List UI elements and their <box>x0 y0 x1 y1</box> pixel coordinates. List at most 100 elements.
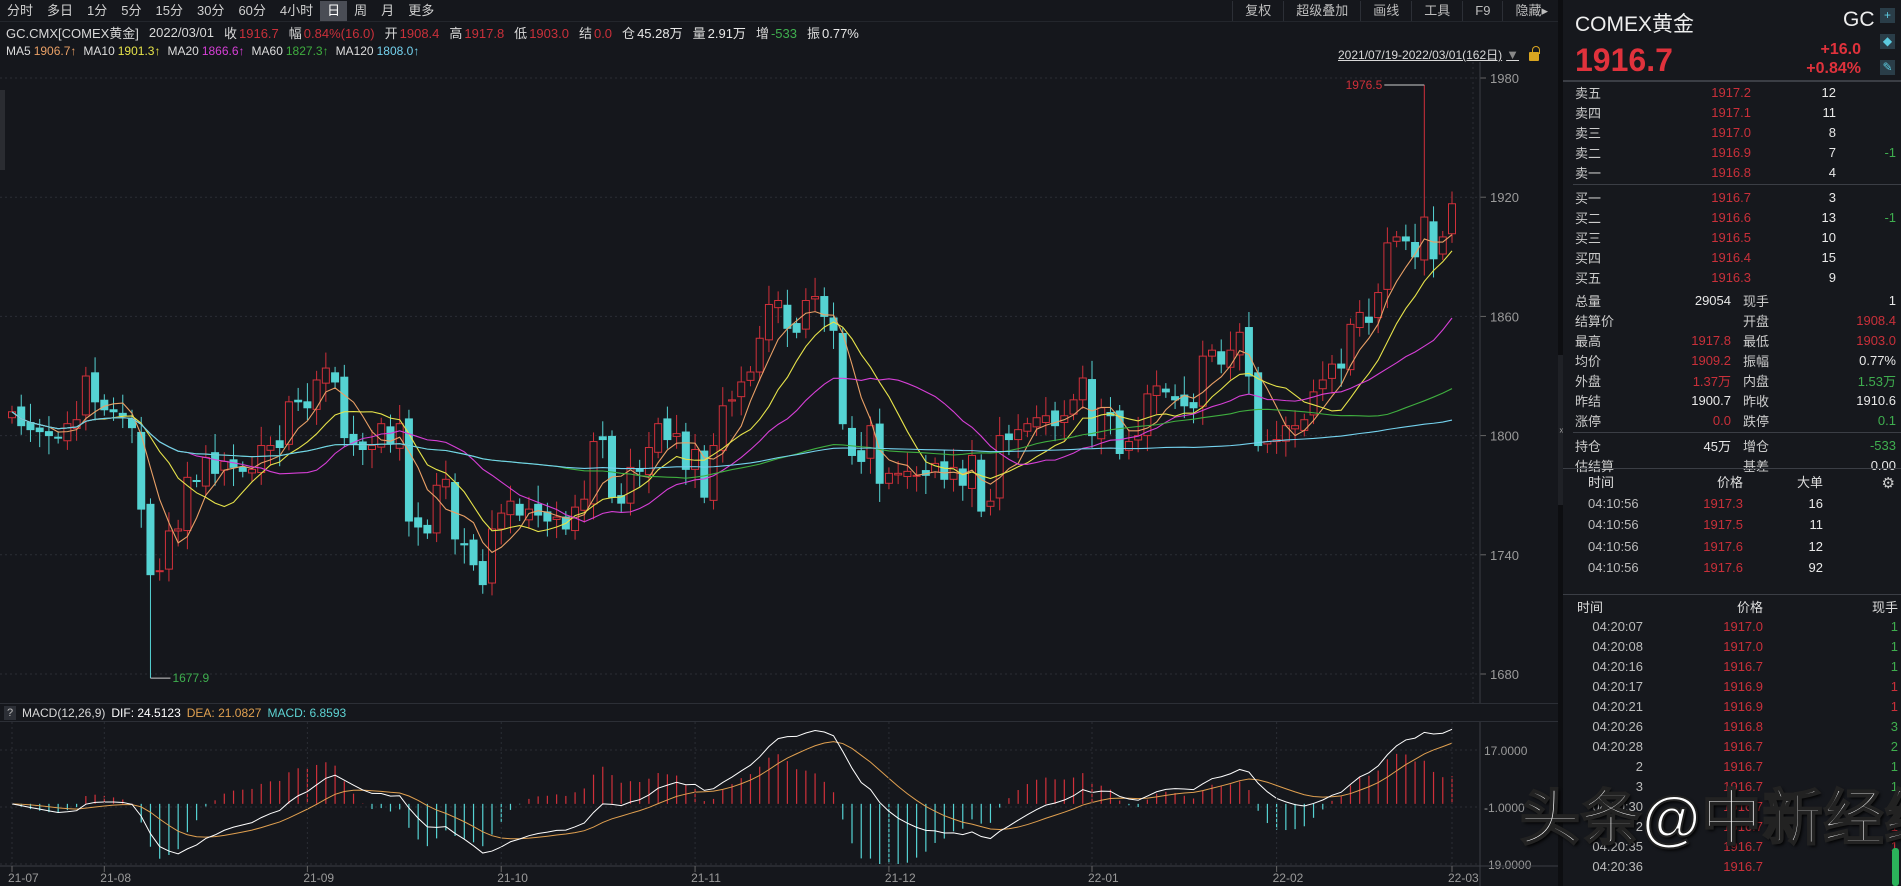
period-tab[interactable]: 多日 <box>40 1 80 21</box>
order-size: 16 <box>1808 495 1823 511</box>
period-tab[interactable]: 分时 <box>0 1 40 21</box>
candle <box>728 390 736 417</box>
tool-button[interactable]: 超级叠加 <box>1283 1 1360 21</box>
trade-row[interactable]: 04:20:26 1916.8 3 <box>1563 716 1901 736</box>
price-tick-label: 1740 <box>1490 548 1519 563</box>
stats-row: 涨停 0.0 跌停 0.1 <box>1563 410 1901 430</box>
date-range-text[interactable]: 2021/07/19-2022/03/01(162日) <box>1338 46 1502 63</box>
plus-icon[interactable]: + <box>1880 8 1895 23</box>
order-size: 11 <box>1809 517 1824 533</box>
unlock-icon[interactable] <box>1529 46 1541 61</box>
date-range-selector[interactable]: 2021/07/19-2022/03/01(162日) ▼ <box>1338 46 1541 63</box>
level-volume: 9 <box>1828 269 1836 285</box>
period-tab[interactable]: 4小时 <box>273 1 320 21</box>
trade-row[interactable]: 04:20:21 1916.9 1 <box>1563 696 1901 716</box>
tool-button[interactable]: 画线 <box>1360 1 1411 21</box>
tool-button[interactable]: 复权 <box>1232 1 1283 21</box>
candle <box>783 289 792 347</box>
order-size: 12 <box>1808 538 1823 554</box>
info-label: 振 <box>806 25 820 41</box>
pencil-icon[interactable]: ✎ <box>1880 60 1895 75</box>
info-label: 收 <box>223 25 237 41</box>
candle <box>903 452 912 489</box>
candle-body <box>340 376 349 439</box>
candle-body <box>986 500 995 507</box>
candle-body <box>1355 311 1364 329</box>
trade-row[interactable]: 04:20:36 1916.7 <box>1563 856 1901 876</box>
order-time: 04:10:56 <box>1588 517 1639 533</box>
candle <box>635 459 644 487</box>
info-item: 幅 0.84%(16.0) <box>289 23 375 42</box>
info-value: -533 <box>770 25 797 41</box>
order-book-row[interactable]: 卖四 1917.1 11 <box>1563 102 1901 122</box>
candle <box>1272 420 1281 454</box>
period-tab[interactable]: 更多 <box>401 1 441 21</box>
period-tab[interactable]: 周 <box>347 1 374 21</box>
period-tab[interactable]: 1分 <box>80 1 114 21</box>
info-label: 仓 <box>622 25 636 41</box>
candle-body <box>118 412 127 417</box>
order-book-row[interactable]: 买五 1916.3 9 <box>1563 267 1901 287</box>
candle <box>478 549 487 594</box>
stats-row: 总量 29054 现手 1 <box>1563 290 1901 310</box>
order-book-row[interactable]: 卖一 1916.8 4 <box>1563 162 1901 182</box>
trade-row[interactable]: 04:20:08 1917.0 1 <box>1563 636 1901 656</box>
big-order-row[interactable]: 04:10:56 1917.5 11 <box>1563 514 1901 536</box>
period-tab[interactable]: 60分 <box>231 1 272 21</box>
candle <box>1161 383 1170 398</box>
tool-button[interactable]: 工具 <box>1411 1 1462 21</box>
candle <box>1383 227 1392 309</box>
order-book-row[interactable]: 卖五 1917.2 12 <box>1563 82 1901 102</box>
trade-volume: 1 <box>1890 618 1898 634</box>
bell-icon[interactable]: ◆ <box>1880 34 1895 49</box>
trade-row[interactable]: 04:20:16 1916.7 1 <box>1563 656 1901 676</box>
price-tick-label: 1860 <box>1490 309 1519 324</box>
candle <box>1208 344 1216 363</box>
order-book-row[interactable]: 买一 1916.7 3 <box>1563 187 1901 207</box>
candle <box>746 366 755 387</box>
macd-chart[interactable]: 17.0000 -1.0000 -19.0000 21-07 21-08 21-09 21-… <box>0 722 1558 886</box>
help-icon[interactable]: ? <box>4 705 16 720</box>
big-order-row[interactable]: 04:10:56 1917.3 16 <box>1563 493 1901 515</box>
period-tab[interactable]: 30分 <box>190 1 231 21</box>
quote-info-bar: GC.CMX[COMEX黄金] 2022/03/01 收 1916.7 幅 0.84%… <box>6 22 859 42</box>
candle-body <box>1300 419 1309 431</box>
period-tab[interactable]: 月 <box>374 1 401 21</box>
period-tab[interactable]: 15分 <box>149 1 190 21</box>
candle-body <box>441 478 450 488</box>
macd-title[interactable]: MACD(12,26,9) <box>22 706 105 720</box>
info-item: 结 0.0 <box>579 23 612 42</box>
level-change: -1 <box>1884 209 1896 225</box>
tool-button[interactable]: F9 <box>1462 1 1502 21</box>
info-item: 增 -533 <box>756 23 797 42</box>
trade-row[interactable]: 04:20:07 1917.0 1 <box>1563 616 1901 636</box>
candle <box>995 416 1004 511</box>
stat-value: 1917.8 <box>1691 332 1731 348</box>
trade-row[interactable]: 04:20:17 1916.9 1 <box>1563 676 1901 696</box>
settings-gear-icon[interactable]: ⚙ <box>1882 474 1895 492</box>
order-book-row[interactable]: 买三 1916.5 10 <box>1563 227 1901 247</box>
big-order-row[interactable]: 04:10:56 1917.6 92 <box>1563 557 1901 579</box>
info-item: 振 0.77% <box>807 23 859 42</box>
candlestick-chart[interactable]: 1980 1920 1860 1800 1740 1680 1976.5 1677.9 <box>0 62 1558 703</box>
trade-row[interactable]: 04:20:28 1916.7 2 <box>1563 736 1901 756</box>
dropdown-triangle-icon[interactable]: ▼ <box>1506 47 1519 62</box>
order-book-row[interactable]: 买四 1916.4 15 <box>1563 247 1901 267</box>
stat-label: 持仓 <box>1575 438 1602 454</box>
level-price: 1917.2 <box>1711 84 1751 100</box>
period-tab[interactable]: 5分 <box>114 1 148 21</box>
order-book-row[interactable]: 买二 1916.6 13 -1 <box>1563 207 1901 227</box>
order-book-row[interactable]: 卖三 1917.0 8 <box>1563 122 1901 142</box>
level-label: 卖四 <box>1575 105 1602 121</box>
big-order-row[interactable]: 04:10:56 1917.6 12 <box>1563 536 1901 558</box>
candle <box>931 457 940 479</box>
candle-body <box>728 399 736 402</box>
stat-value: 1909.2 <box>1691 352 1731 368</box>
tool-button[interactable]: 隐藏▸ <box>1502 1 1560 21</box>
period-tab[interactable]: 日 <box>320 0 348 21</box>
watermark: 头条@中新经纬 <box>1519 784 1901 853</box>
candle-body <box>1346 323 1355 371</box>
ma-name: MA5 <box>6 44 31 58</box>
level-volume: 15 <box>1821 249 1836 265</box>
order-book-row[interactable]: 卖二 1916.9 7 -1 <box>1563 142 1901 162</box>
